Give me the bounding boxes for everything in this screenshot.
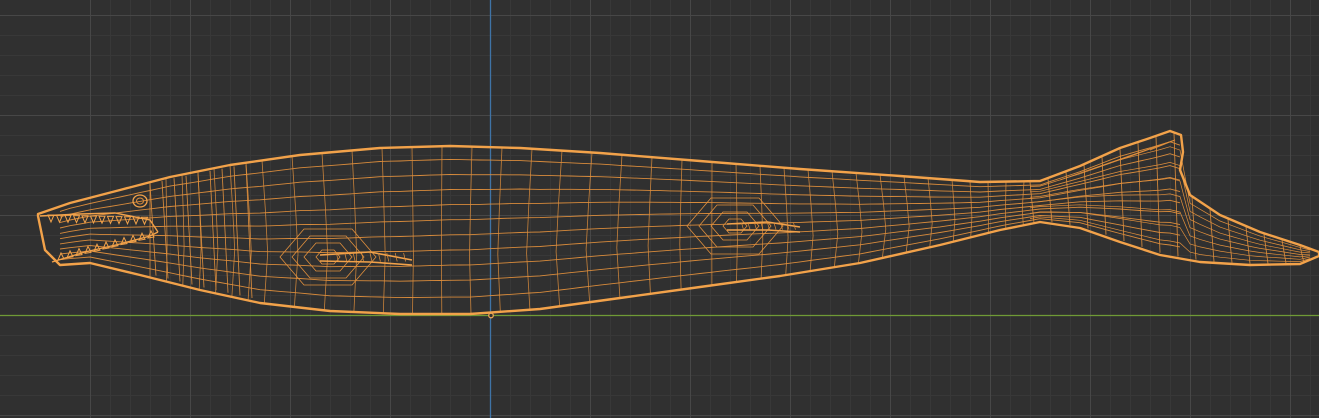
3d-viewport[interactable] [0,0,1319,418]
object-origin-point[interactable] [488,312,494,319]
edge-loop-ring [1005,181,1007,229]
